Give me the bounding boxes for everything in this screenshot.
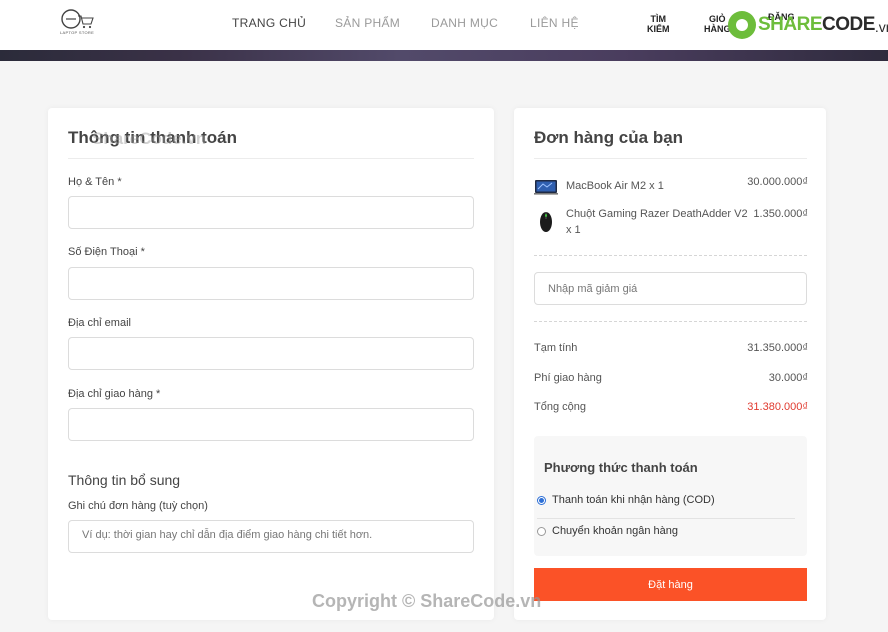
radio-unselected-icon[interactable]	[537, 526, 546, 536]
billing-divider	[68, 158, 474, 159]
items-dashed-divider	[534, 255, 807, 256]
total-value: 31.380.000₫	[747, 401, 808, 413]
payment-method-title: Phương thức thanh toán	[544, 460, 698, 475]
email-label: Địa chỉ email	[68, 317, 131, 329]
store-logo-icon[interactable]	[60, 8, 94, 40]
brand-code-text: CODE	[822, 14, 875, 35]
total-label: Tổng cộng	[534, 401, 586, 413]
order-item-name: Chuột Gaming Razer DeathAdder V2 x 1	[566, 208, 748, 236]
order-divider	[534, 158, 807, 159]
payment-option-label: Thanh toán khi nhận hàng (COD)	[552, 494, 715, 506]
nav-home[interactable]: TRANG CHỦ	[232, 16, 306, 30]
billing-panel: Thông tin thanh toán ShareCode.vn Họ & T…	[48, 108, 494, 620]
nav-products[interactable]: SẢN PHẨM	[335, 16, 400, 30]
cart-link-line1: GIỎ	[708, 14, 726, 24]
copyright-watermark: Copyright © ShareCode.vn	[312, 591, 542, 611]
payment-divider	[537, 518, 795, 519]
cart-link[interactable]: GIỎ HÀNG	[704, 14, 731, 34]
brand-share-text: SHARE	[758, 14, 823, 35]
order-item-price: 1.350.000₫	[753, 208, 808, 220]
radio-selected-icon[interactable]	[537, 495, 546, 505]
order-note-label: Ghi chú đơn hàng (tuỳ chọn)	[68, 500, 208, 512]
nav-contact[interactable]: LIÊN HỆ	[530, 16, 579, 30]
payment-option-bank-transfer[interactable]: Chuyển khoản ngân hàng	[537, 525, 678, 537]
sharecode-watermark-logo: SHARE CODE .vn	[728, 10, 888, 40]
address-field[interactable]	[68, 408, 474, 441]
subtotal-value: 31.350.000₫	[747, 342, 808, 354]
sharecode-watermark-text: ShareCode.vn	[92, 129, 207, 148]
brand-tld-text: .vn	[874, 19, 888, 35]
sharecode-badge-icon	[728, 11, 756, 39]
email-field[interactable]	[68, 337, 474, 370]
order-panel: Đơn hàng của bạn MacBook Air M2 x 1 30.0…	[514, 108, 826, 620]
phone-label: Số Điện Thoại *	[68, 246, 145, 258]
hero-banner-strip	[0, 50, 888, 61]
laptop-thumbnail-icon	[534, 180, 558, 195]
order-note-field[interactable]	[68, 520, 474, 553]
search-link-line2: KIẾM	[647, 24, 670, 34]
fullname-label: Họ & Tên *	[68, 176, 122, 188]
order-item-price: 30.000.000₫	[747, 176, 808, 188]
coupon-input[interactable]	[534, 272, 807, 305]
payment-option-label: Chuyển khoản ngân hàng	[552, 525, 678, 537]
fullname-field[interactable]	[68, 196, 474, 229]
search-link[interactable]: TÌM KIẾM	[647, 14, 670, 34]
site-header: LAPTOP STORE TRANG CHỦ SẢN PHẨM DANH MỤC…	[0, 0, 888, 50]
logo-text: LAPTOP STORE	[60, 30, 95, 35]
order-item-name: MacBook Air M2 x 1	[566, 180, 664, 192]
phone-field[interactable]	[68, 267, 474, 300]
subtotal-label: Tạm tính	[534, 342, 578, 354]
mouse-thumbnail-icon	[540, 212, 552, 232]
cart-link-line2: HÀNG	[704, 24, 731, 34]
payment-method-box: Phương thức thanh toán Thanh toán khi nh…	[534, 436, 807, 556]
shipping-value: 30.000₫	[768, 372, 808, 384]
nav-categories[interactable]: DANH MỤC	[431, 16, 498, 30]
extra-info-title: Thông tin bổ sung	[68, 472, 181, 488]
address-label: Địa chỉ giao hàng *	[68, 388, 161, 400]
coupon-dashed-divider	[534, 321, 807, 322]
shipping-label: Phí giao hàng	[534, 372, 602, 384]
payment-option-cod[interactable]: Thanh toán khi nhận hàng (COD)	[537, 494, 715, 506]
search-link-line1: TÌM	[650, 14, 667, 24]
place-order-button[interactable]: Đặt hàng	[534, 568, 807, 601]
order-title: Đơn hàng của bạn	[534, 128, 684, 147]
